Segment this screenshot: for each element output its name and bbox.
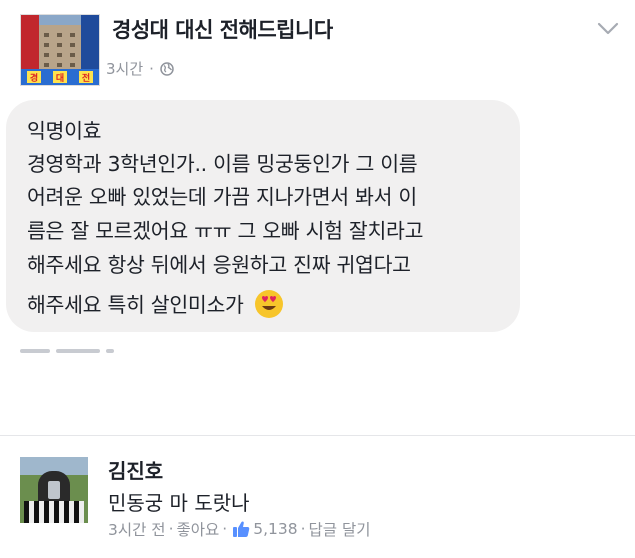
message-line-text: 해주세요 특히 살인미소가 [27,293,244,317]
commenter-avatar-phone [48,481,60,499]
page-name[interactable]: 경성대 대신 전해드립니다 [112,14,333,44]
avatar-banner: 경 대 전 [21,69,99,85]
message-line: 어려운 오빠 있었는데 가끔 지나가면서 봐서 이 [27,185,417,209]
message-line: 름은 잘 모르겠어요 ㅠㅠ 그 오빠 시험 잘치라고 [27,219,424,243]
globe-icon [160,61,174,76]
faded-text-strip [20,349,120,359]
meta-separator: · [168,520,174,538]
like-thumb-icon[interactable] [232,520,250,538]
avatar-banner-char: 경 [27,71,41,84]
message-line: 해주세요 항상 뒤에서 응원하고 진짜 귀엽다고 [27,253,411,277]
message-line: 경영학과 3학년인가.. 이름 밍궁둥인가 그 이름 [27,152,418,176]
avatar-flag-left [21,15,39,75]
heart-eyes-icon [254,290,283,318]
meta-separator: · [222,520,228,538]
commenter-avatar-shirt [24,501,84,523]
avatar-banner-char: 대 [53,71,67,84]
meta-separator: · [149,59,154,78]
reply-button[interactable]: 답글 달기 [309,518,371,540]
post-header: 경 대 전 경성대 대신 전해드립니다 3시간 · [0,0,635,95]
comment-divider [0,435,635,436]
chevron-down-icon[interactable] [596,20,620,38]
message-line-last: 해주세요 특히 살인미소가 [27,288,284,319]
like-count[interactable]: 5,138 [253,520,297,538]
meta-separator: · [300,520,306,538]
message-line: 익명이효 [27,119,102,143]
page-avatar[interactable]: 경 대 전 [20,14,100,86]
like-button[interactable]: 좋아요 [177,518,220,540]
avatar-flag-right [81,15,99,75]
comment-meta: 3시간 전 · 좋아요 · 5,138 · 답글 달기 [108,518,371,540]
message-bubble: 익명이효 경영학과 3학년인가.. 이름 밍궁둥인가 그 이름 어려운 오빠 있… [6,100,520,332]
commenter-name[interactable]: 김진호 [108,455,163,484]
comment-text: 민동궁 마 도랏나 [108,491,250,515]
avatar-banner-char: 전 [79,71,93,84]
avatar-building [39,25,81,75]
post-meta: 3시간 · [106,58,174,79]
commenter-avatar[interactable] [20,457,88,523]
comment-timestamp[interactable]: 3시간 전 [108,518,166,540]
post-timestamp[interactable]: 3시간 [106,58,143,79]
